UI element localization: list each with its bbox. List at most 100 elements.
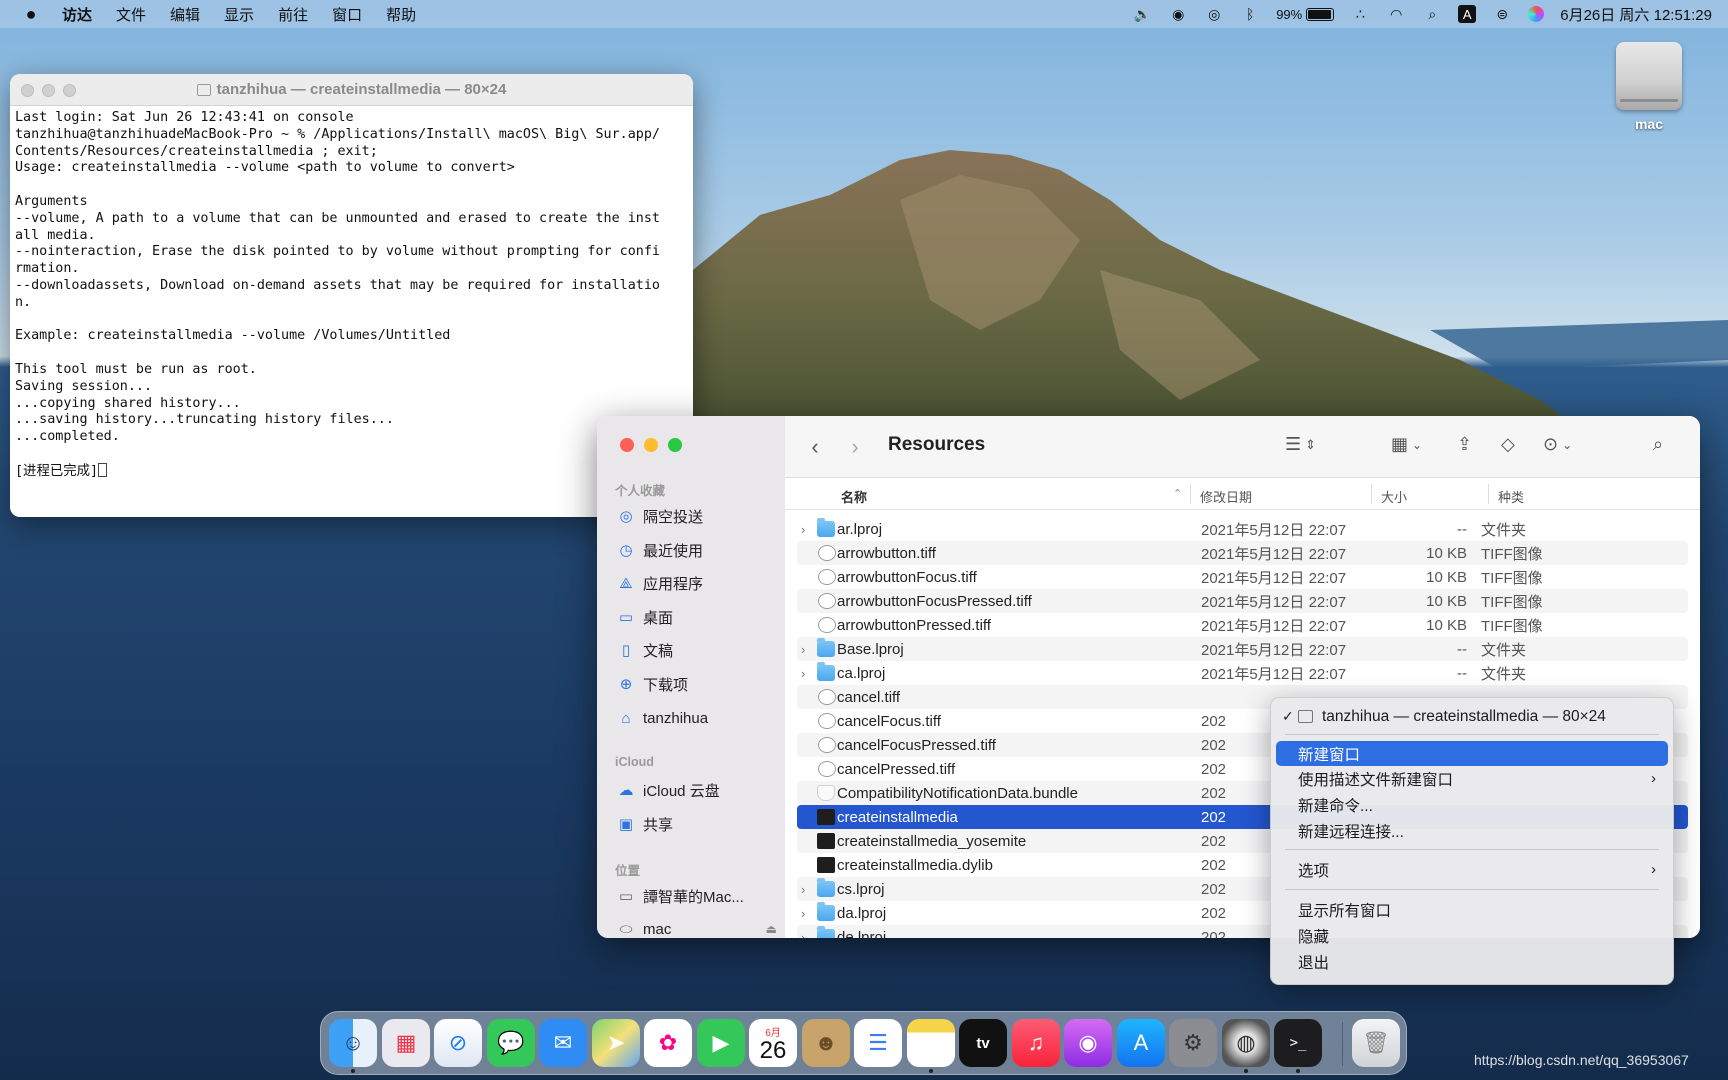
disclosure-triangle-icon[interactable]: › [801, 642, 813, 657]
file-row[interactable]: › ca.lproj 2021年5月12日 22:07 -- 文件夹 [797, 661, 1688, 685]
dock-launchpad-icon[interactable]: ▦ [382, 1019, 430, 1067]
column-separator[interactable] [1190, 484, 1191, 504]
disclosure-triangle-icon[interactable]: › [801, 906, 813, 921]
sidebar-item-applications[interactable]: ⟁ 应用程序 [617, 571, 777, 595]
sidebar-item-home[interactable]: ⌂ tanzhihua [617, 706, 777, 730]
sidebar-item-recents[interactable]: ◷ 最近使用 [617, 538, 777, 562]
dock-photos-icon[interactable]: ✿ [644, 1019, 692, 1067]
dock-messages-icon[interactable]: 💬 [487, 1019, 535, 1067]
dock-terminal-icon[interactable]: >_ [1274, 1019, 1322, 1067]
search-button[interactable]: ⌕ [1653, 434, 1663, 455]
dock-music-icon[interactable]: ♫ [1012, 1019, 1060, 1067]
menu-item-options[interactable]: 选项 › [1276, 857, 1668, 882]
file-name: arrowbuttonPressed.tiff [837, 616, 991, 634]
sidebar-item-icloud-drive[interactable]: ☁ iCloud 云盘 [617, 778, 777, 802]
dock-podcasts-icon[interactable]: ◉ [1064, 1019, 1112, 1067]
terminal-titlebar[interactable]: tanzhihua — createinstallmedia — 80×24 [10, 74, 693, 106]
dock-trash-icon[interactable]: 🗑 [1352, 1019, 1400, 1067]
dots-icon[interactable]: ∴ [1350, 6, 1370, 22]
eject-icon[interactable]: ⏏ [766, 922, 777, 936]
menu-item-show-all-windows[interactable]: 显示所有窗口 [1276, 897, 1668, 922]
dock-notes-icon[interactable] [907, 1019, 955, 1067]
file-row[interactable]: arrowbutton.tiff 2021年5月12日 22:07 10 KB TIF… [797, 541, 1688, 565]
file-row[interactable]: arrowbuttonFocusPressed.tiff 2021年5月12日 2… [797, 589, 1688, 613]
dock-tv-icon[interactable]: tv [959, 1019, 1007, 1067]
battery-status[interactable]: 99% [1276, 7, 1335, 22]
input-method-icon[interactable]: A [1458, 5, 1477, 23]
menu-file[interactable]: 文件 [116, 4, 146, 25]
disclosure-triangle-icon[interactable]: › [801, 522, 813, 537]
menu-help[interactable]: 帮助 [386, 4, 416, 25]
forward-button[interactable]: › [843, 434, 867, 460]
column-name[interactable]: 名称 [841, 487, 867, 506]
menu-item-hide[interactable]: 隐藏 [1276, 923, 1668, 948]
file-row[interactable]: arrowbuttonFocus.tiff 2021年5月12日 22:07 10 … [797, 565, 1688, 589]
menu-edit[interactable]: 编辑 [170, 4, 200, 25]
menu-clock[interactable]: 6月26日 周六 12:51:29 [1560, 4, 1712, 25]
dock-system-preferences-icon[interactable]: ⚙ [1169, 1019, 1217, 1067]
finder-close-button[interactable] [620, 438, 634, 452]
desktop-disk-mac[interactable]: mac [1614, 42, 1684, 132]
dock-calendar-icon[interactable]: 6月 26 [749, 1019, 797, 1067]
column-separator[interactable] [1371, 484, 1372, 504]
dock-maps-icon[interactable]: ➤ [592, 1019, 640, 1067]
file-row[interactable]: › Base.lproj 2021年5月12日 22:07 -- 文件夹 [797, 637, 1688, 661]
menu-item-quit[interactable]: 退出 [1276, 949, 1668, 974]
finder-zoom-button[interactable] [668, 438, 682, 452]
column-size[interactable]: 大小 [1381, 487, 1407, 506]
dock-facetime-icon[interactable]: ▶ [697, 1019, 745, 1067]
dock-install-macos-icon[interactable]: ◍ [1222, 1019, 1270, 1067]
share-button[interactable]: ⇪ [1457, 434, 1472, 455]
menu-item-current-window[interactable]: ✓ tanzhihua — createinstallmedia — 80×24 [1276, 704, 1668, 729]
terminal-zoom-button[interactable] [63, 84, 76, 97]
sidebar-item-macbook[interactable]: ▭ 譚智華的Mac... [617, 884, 777, 908]
menu-finder[interactable]: 访达 [62, 4, 92, 25]
menu-view[interactable]: 显示 [224, 4, 254, 25]
disclosure-triangle-icon[interactable]: › [801, 666, 813, 681]
menu-go[interactable]: 前往 [278, 4, 308, 25]
bluetooth-icon[interactable]: ᛒ [1240, 6, 1260, 22]
sidebar-item-downloads[interactable]: ⊕ 下载项 [617, 672, 777, 696]
wifi-icon[interactable]: ◠ [1386, 6, 1406, 22]
sidebar-item-shared[interactable]: ▣ 共享 [617, 812, 777, 836]
finder-minimize-button[interactable] [644, 438, 658, 452]
volume-icon[interactable]: 🔊 [1132, 6, 1152, 22]
group-button[interactable]: ▦ ⌄ [1391, 434, 1422, 455]
dock-safari-icon[interactable]: ⊘ [434, 1019, 482, 1067]
terminal-close-button[interactable] [21, 84, 34, 97]
menu-item-new-remote[interactable]: 新建远程连接... [1276, 818, 1668, 843]
list-view-button[interactable]: ☰ ⇕ [1285, 434, 1316, 455]
menu-item-new-window[interactable]: 新建窗口 [1276, 741, 1668, 766]
action-button[interactable]: ⊙ ⌄ [1543, 434, 1572, 455]
user-icon[interactable]: ◉ [1168, 6, 1188, 22]
menu-item-new-command[interactable]: 新建命令... [1276, 792, 1668, 817]
column-kind[interactable]: 种类 [1498, 487, 1524, 506]
siri-icon[interactable] [1528, 6, 1545, 22]
sidebar-item-mac-disk[interactable]: ⬭ mac ⏏ [617, 917, 777, 938]
apple-logo-icon[interactable]: ● [22, 4, 40, 25]
control-center-icon[interactable]: ⊜ [1492, 6, 1512, 22]
menu-item-new-window-profile[interactable]: 使用描述文件新建窗口 › [1276, 766, 1668, 791]
disclosure-triangle-icon[interactable]: › [801, 882, 813, 897]
spotlight-search-icon[interactable]: ⌕ [1422, 6, 1442, 22]
disclosure-triangle-icon[interactable]: › [801, 930, 813, 939]
dock-reminders-icon[interactable]: ☰ [854, 1019, 902, 1067]
dock-finder-icon[interactable]: ☺ [329, 1019, 377, 1067]
dock-contacts-icon[interactable]: ☻ [802, 1019, 850, 1067]
sidebar-item-desktop[interactable]: ▭ 桌面 [617, 605, 777, 629]
back-button[interactable]: ‹ [803, 434, 827, 460]
sidebar-item-documents[interactable]: ▯ 文稿 [617, 638, 777, 662]
dock-app-store-icon[interactable]: A [1117, 1019, 1165, 1067]
terminal-minimize-button[interactable] [42, 84, 55, 97]
airdrop-status-icon[interactable]: ◎ [1204, 6, 1224, 22]
file-row[interactable]: arrowbuttonPressed.tiff 2021年5月12日 22:07 1… [797, 613, 1688, 637]
column-date[interactable]: 修改日期 [1200, 487, 1252, 506]
terminal-window[interactable]: tanzhihua — createinstallmedia — 80×24 L… [10, 74, 693, 517]
sidebar-item-airdrop[interactable]: ◎ 隔空投送 [617, 504, 777, 528]
tags-button[interactable]: ◇ [1501, 434, 1515, 455]
dock-mail-icon[interactable]: ✉ [539, 1019, 587, 1067]
file-row[interactable]: › ar.lproj 2021年5月12日 22:07 -- 文件夹 [797, 517, 1688, 541]
terminal-output[interactable]: Last login: Sat Jun 26 12:43:41 on conso… [10, 106, 693, 485]
column-separator[interactable] [1488, 484, 1489, 504]
menu-window[interactable]: 窗口 [332, 4, 362, 25]
